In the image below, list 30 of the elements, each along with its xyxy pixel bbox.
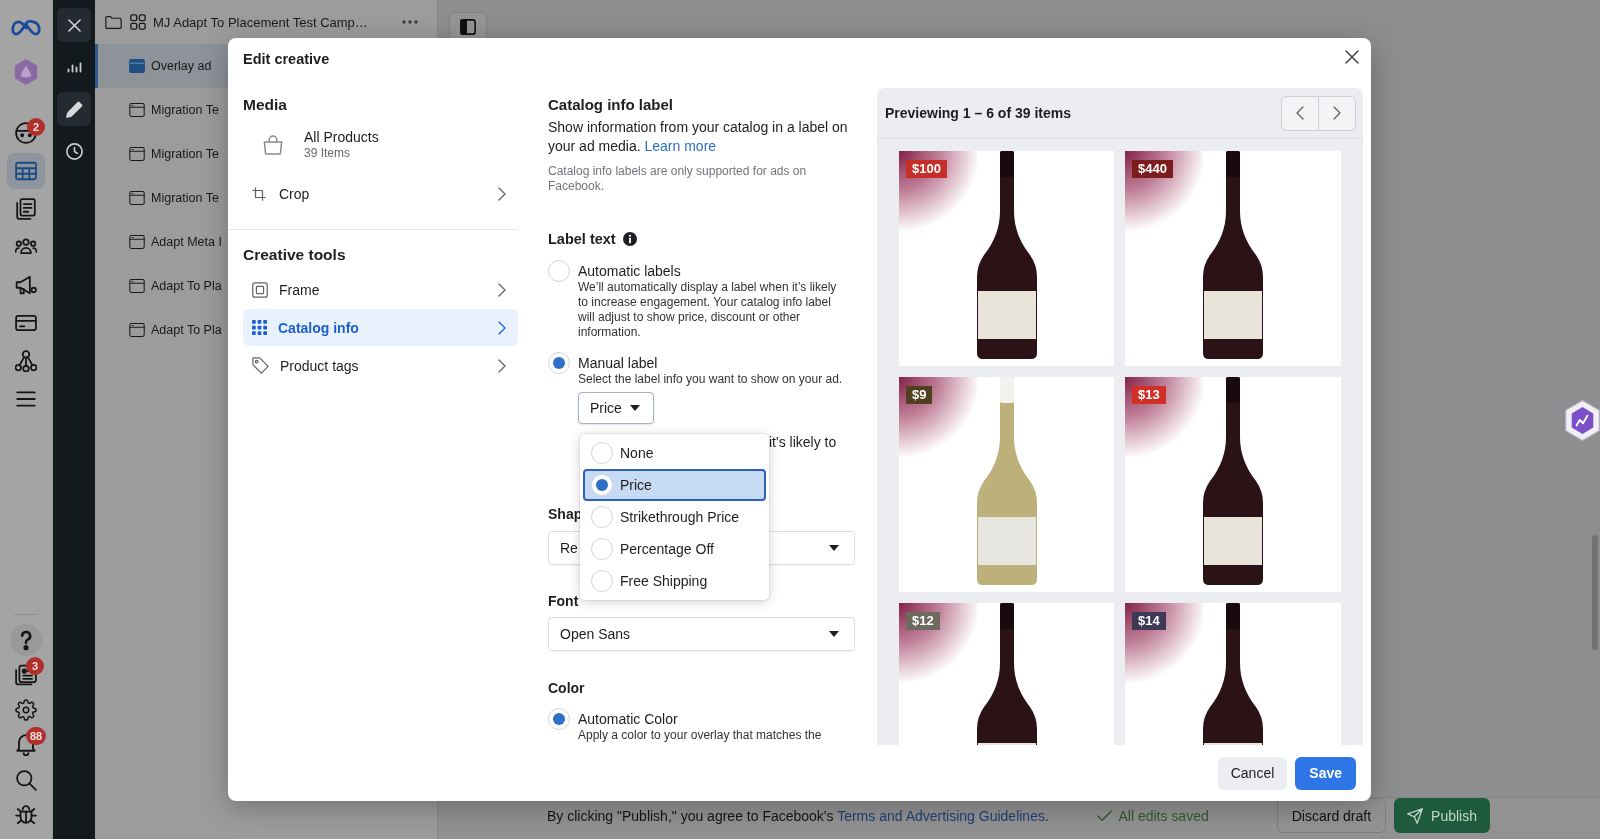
- price-label: $100: [906, 160, 947, 178]
- section-heading: Creative tools: [243, 246, 346, 264]
- option-label: Automatic labels: [578, 262, 682, 280]
- price-label: $440: [1132, 160, 1173, 178]
- dialog-title: Edit creative: [243, 50, 330, 68]
- price-label: $14: [1132, 612, 1166, 630]
- option-label: Manual label: [578, 354, 659, 372]
- catalog-name: All Products: [304, 128, 379, 146]
- price-label: $13: [1132, 386, 1166, 404]
- save-status: All edits saved: [1118, 807, 1209, 824]
- item-count: 39 Items: [304, 146, 352, 161]
- price-label: $12: [906, 612, 940, 630]
- notification-badge: 3: [26, 657, 44, 675]
- notification-badge: 88: [26, 727, 47, 745]
- option-label: Automatic Color: [578, 710, 679, 728]
- section-heading: Media: [243, 96, 287, 114]
- preview-count: Previewing 1 – 6 of 39 items: [885, 105, 1071, 121]
- terms-notice: By clicking "Publish," you agree to Facebook's Terms and Advertising Guidelines.: [547, 807, 1049, 824]
- section-heading: Catalog info label: [548, 96, 673, 114]
- help-note: Catalog info labels are only supported for ads on Facebook.: [548, 164, 808, 194]
- field-heading: Color: [548, 679, 585, 697]
- field-heading: Font: [548, 592, 579, 610]
- field-heading: Label text: [548, 230, 616, 248]
- option-description: Apply a color to your overlay that matches the: [578, 728, 822, 743]
- option-description: We’ll automatically display a label when it’s likely to increase engagement. Your catalog info label will adjust to show price, discount or other information.: [578, 280, 838, 340]
- option-description: Select the label info you want to show on your ad.: [578, 372, 843, 387]
- option-description: it's likely to: [769, 433, 837, 451]
- section-description: Show information from your catalog in a label on your ad media. Learn more: [548, 118, 849, 156]
- notification-badge: 2: [27, 118, 45, 136]
- price-label: $9: [906, 386, 933, 404]
